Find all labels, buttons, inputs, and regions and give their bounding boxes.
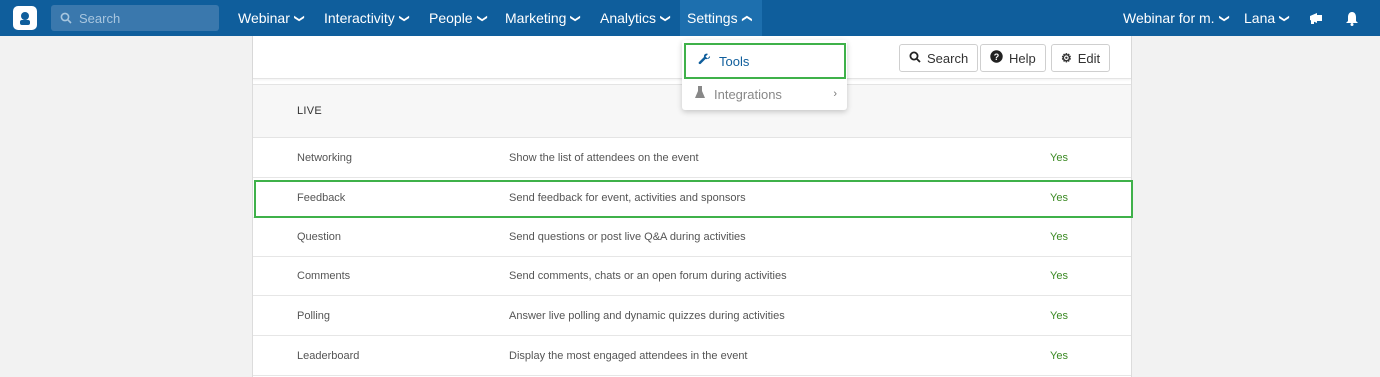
event-label: Webinar for m.	[1123, 10, 1215, 26]
event-selector[interactable]: Webinar for m. ❯	[1116, 0, 1235, 36]
row-value: Yes	[1050, 152, 1068, 164]
chevron-down-icon: ❯	[293, 13, 305, 23]
table-row[interactable]: Networking Show the list of attendees on…	[253, 138, 1131, 178]
row-value: Yes	[1050, 350, 1068, 362]
row-name: Comments	[297, 270, 351, 282]
table-row[interactable]: Leaderboard Display the most engaged att…	[253, 336, 1131, 376]
row-description: Display the most engaged attendees in th…	[509, 350, 748, 362]
chevron-down-icon: ❯	[398, 13, 410, 23]
app-logo-icon[interactable]	[13, 6, 37, 30]
table-row[interactable]: Question Send questions or post live Q&A…	[253, 217, 1131, 257]
nav-label: Marketing	[505, 10, 567, 26]
nav-settings[interactable]: Settings ❯	[680, 0, 762, 36]
row-name: Networking	[297, 152, 353, 164]
row-name: Question	[297, 231, 342, 243]
help-button-label: Help	[1009, 50, 1036, 66]
nav-people[interactable]: People ❯	[422, 0, 493, 36]
table-row[interactable]: Feedback Send feedback for event, activi…	[253, 178, 1131, 218]
edit-button-label: Edit	[1077, 50, 1101, 66]
user-menu[interactable]: Lana ❯	[1237, 0, 1296, 36]
megaphone-icon[interactable]	[1303, 0, 1329, 36]
search-input[interactable]	[79, 10, 209, 26]
table-row[interactable]: Comments Send comments, chats or an open…	[253, 256, 1131, 296]
table-row[interactable]: Polling Answer live polling and dynamic …	[253, 296, 1131, 336]
row-name: Polling	[297, 310, 331, 322]
row-value: Yes	[1050, 192, 1068, 204]
chevron-down-icon: ❯	[476, 13, 488, 23]
row-description: Show the list of attendees on the event	[509, 152, 699, 164]
nav-label: Analytics	[600, 10, 657, 26]
user-label: Lana	[1244, 10, 1276, 26]
global-search[interactable]	[51, 5, 219, 31]
menu-item-label: Tools	[719, 53, 750, 69]
svg-text:?: ?	[994, 52, 1000, 62]
chevron-down-icon: ❯	[570, 13, 582, 23]
help-button[interactable]: ? Help	[980, 44, 1046, 72]
settings-dropdown: Tools Integrations ›	[682, 40, 847, 110]
nav-label: Interactivity	[324, 10, 395, 26]
chevron-down-icon: ❯	[1218, 13, 1230, 23]
menu-item-integrations[interactable]: Integrations ›	[682, 78, 847, 110]
nav-analytics[interactable]: Analytics ❯	[593, 0, 676, 36]
row-name: Leaderboard	[297, 350, 360, 362]
chevron-up-icon: ❯	[741, 13, 753, 23]
nav-interactivity[interactable]: Interactivity ❯	[317, 0, 415, 36]
row-value: Yes	[1050, 270, 1068, 282]
edit-button[interactable]: ⚙ Edit	[1051, 44, 1111, 72]
bell-icon[interactable]	[1340, 0, 1364, 36]
nav-label: People	[429, 10, 473, 26]
chevron-right-icon: ›	[833, 88, 837, 100]
wrench-icon	[698, 53, 711, 69]
row-description: Send feedback for event, activities and …	[509, 192, 746, 204]
question-circle-icon: ?	[990, 50, 1003, 66]
row-description: Send questions or post live Q&A during a…	[509, 231, 746, 243]
search-icon	[909, 51, 921, 66]
nav-webinar[interactable]: Webinar ❯	[231, 0, 310, 36]
search-icon	[60, 12, 72, 24]
search-button[interactable]: Search	[899, 44, 979, 72]
menu-item-tools[interactable]: Tools	[684, 43, 846, 79]
gear-icon: ⚙	[1061, 51, 1072, 65]
row-description: Answer live polling and dynamic quizzes …	[509, 310, 785, 322]
search-button-label: Search	[927, 50, 969, 66]
row-value: Yes	[1050, 310, 1068, 322]
top-nav: Webinar❯ Interactivity❯ People❯ Marketin…	[0, 0, 1380, 36]
row-name: Feedback	[297, 192, 346, 204]
nav-label: Webinar	[238, 10, 290, 26]
row-value: Yes	[1050, 231, 1068, 243]
nav-marketing[interactable]: Marketing ❯	[498, 0, 587, 36]
row-description: Send comments, chats or an open forum du…	[509, 270, 787, 282]
nav-label: Settings	[687, 10, 738, 26]
chevron-down-icon: ❯	[1278, 13, 1290, 23]
menu-item-label: Integrations	[714, 86, 782, 102]
flask-icon	[694, 86, 706, 102]
chevron-down-icon: ❯	[659, 13, 671, 23]
